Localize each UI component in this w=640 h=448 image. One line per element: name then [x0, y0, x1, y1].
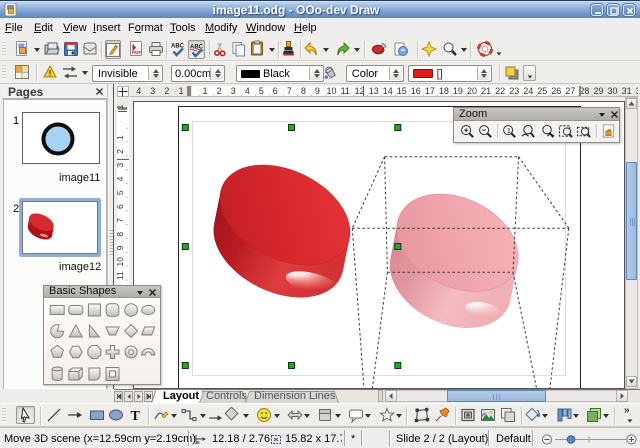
svg-text:8: 8	[117, 232, 125, 237]
svg-text:10: 10	[117, 257, 125, 267]
svg-text:3: 3	[117, 163, 125, 168]
svg-text:1: 1	[117, 104, 125, 109]
svg-text:4: 4	[117, 176, 125, 181]
svg-text:9: 9	[117, 245, 125, 250]
svg-text:7: 7	[117, 218, 125, 223]
svg-text:1: 1	[117, 135, 125, 140]
svg-text:PDF: PDF	[132, 50, 141, 55]
svg-text:T: T	[131, 409, 141, 423]
svg-text:2: 2	[117, 149, 125, 154]
svg-text:1: 1	[507, 126, 511, 135]
svg-text:6: 6	[117, 204, 125, 209]
svg-text:5: 5	[117, 190, 125, 195]
svg-text:11: 11	[117, 271, 125, 280]
